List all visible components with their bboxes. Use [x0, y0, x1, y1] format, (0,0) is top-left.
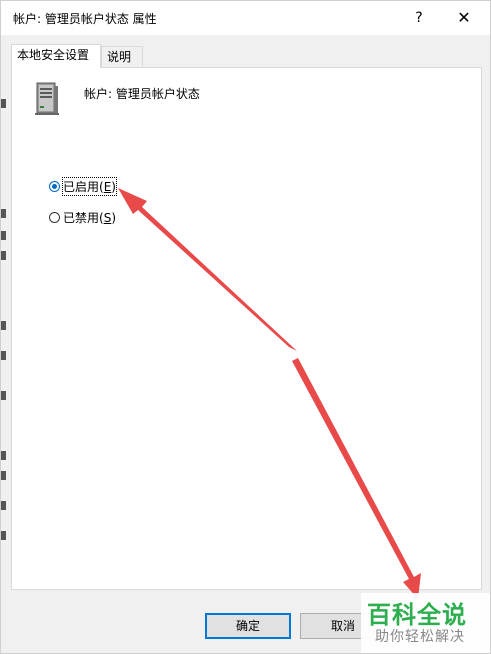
window-title: 帐户: 管理员帐户状态 属性	[13, 12, 157, 26]
radio-enabled[interactable]: 已启用(E)	[49, 177, 117, 196]
tab-explain[interactable]: 说明	[101, 46, 143, 68]
tab-local-security-setting[interactable]: 本地安全设置	[11, 44, 101, 68]
background-window-edge	[1, 71, 7, 551]
radio-button-unchecked[interactable]	[49, 212, 60, 223]
tab-label: 本地安全设置	[17, 48, 90, 62]
server-icon	[35, 82, 59, 115]
radio-button-checked[interactable]	[49, 181, 60, 192]
tab-panel: 帐户: 管理员帐户状态 已启用(E) 已禁用(S)	[11, 67, 482, 590]
tab-label: 说明	[107, 50, 132, 64]
watermark-sub-text: 助你轻松解决	[375, 629, 465, 645]
policy-name: 帐户: 管理员帐户状态	[84, 87, 200, 101]
help-button[interactable]: ?	[401, 5, 437, 31]
radio-enabled-label: 已启用(E)	[62, 177, 117, 196]
ok-button[interactable]: 确定	[205, 613, 291, 639]
properties-dialog: 帐户: 管理员帐户状态 属性 ? ✕ 本地安全设置 说明 帐户: 管理员帐户状态…	[0, 0, 491, 654]
close-button[interactable]: ✕	[446, 5, 482, 31]
watermark: 百科全说 助你轻松解决	[361, 593, 490, 653]
watermark-main-text: 百科全说	[367, 601, 467, 629]
radio-disabled-label: 已禁用(S)	[63, 211, 117, 225]
radio-disabled[interactable]: 已禁用(S)	[49, 209, 116, 226]
title-bar[interactable]: 帐户: 管理员帐户状态 属性 ? ✕	[1, 1, 490, 35]
